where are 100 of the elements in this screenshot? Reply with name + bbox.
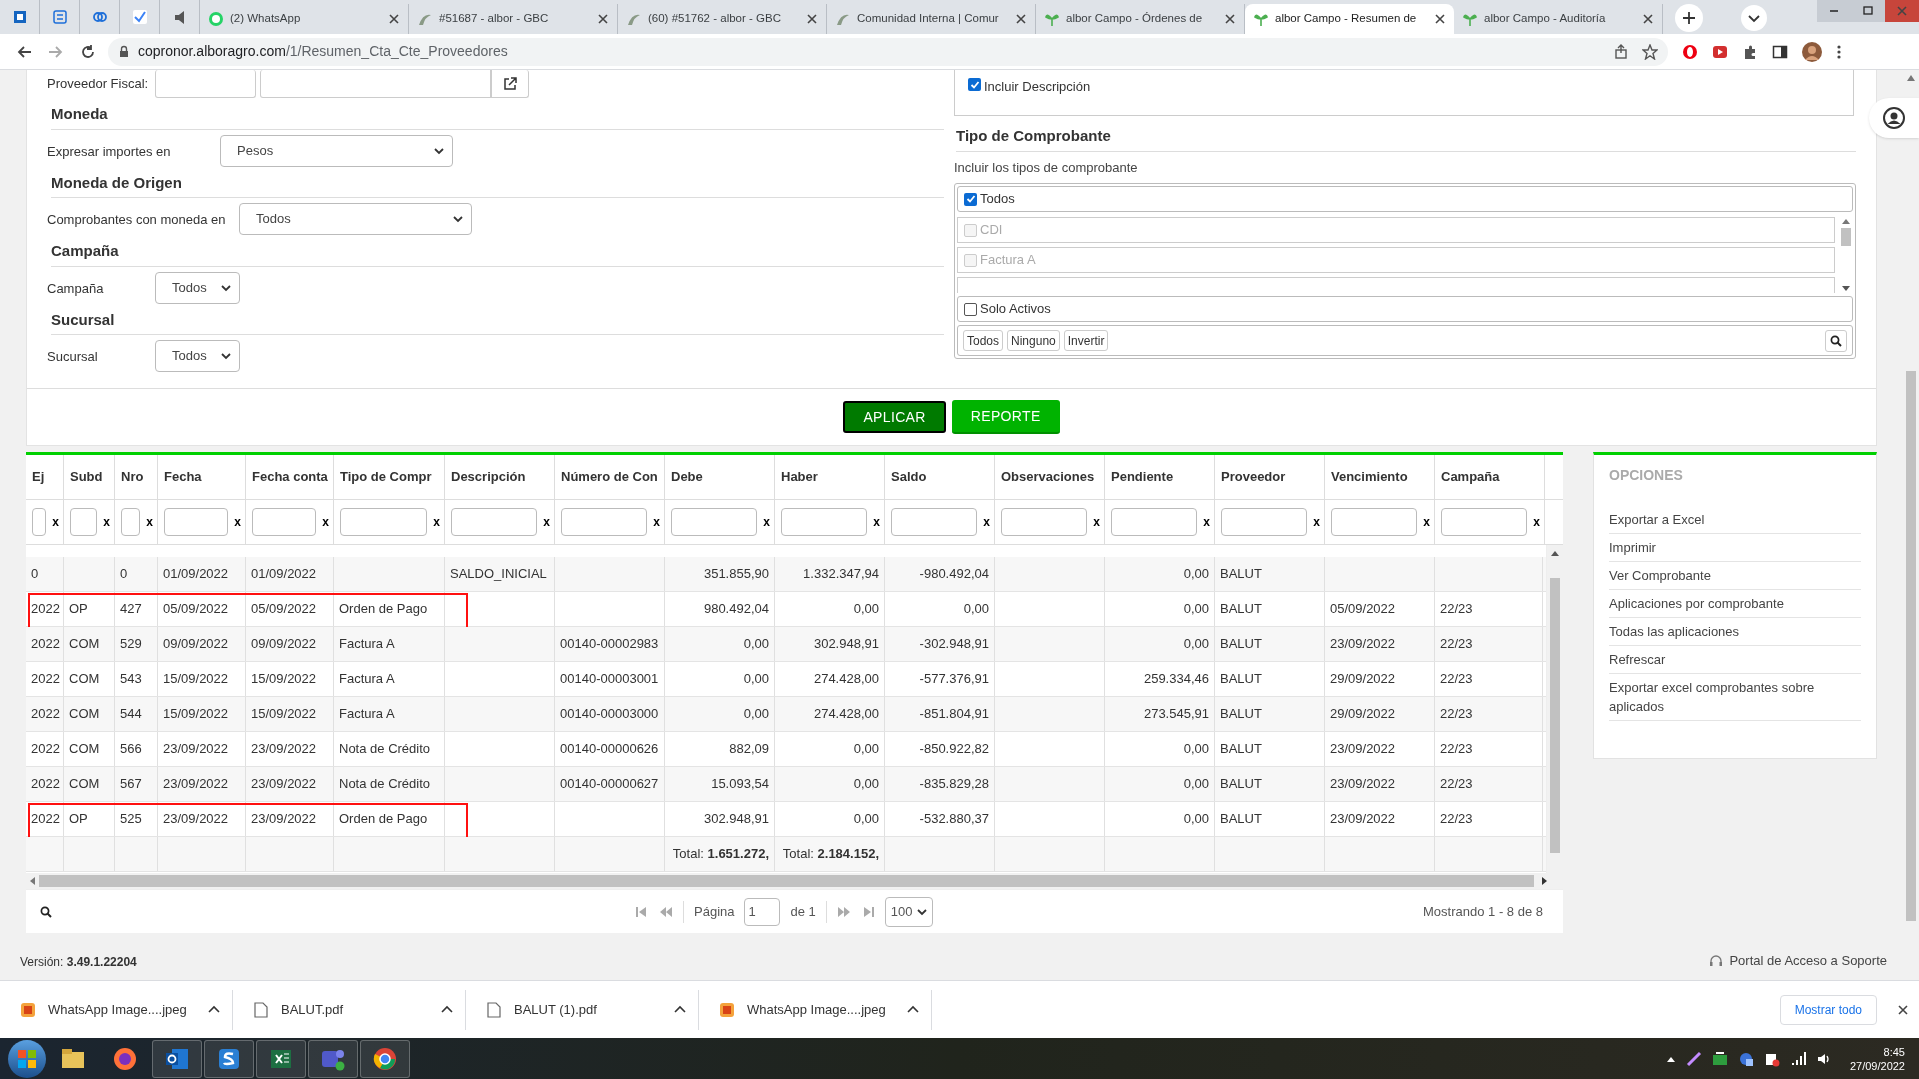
table-cell-text: 259.334,46 [1143,670,1209,689]
table-cell-text: 0 [31,565,39,584]
clear-filter-button[interactable]: x [52,513,59,531]
select-field[interactable]: Todos [155,340,240,372]
option-link[interactable]: Aplicaciones por comprobante [1609,590,1861,618]
table-cell-text: 566 [120,740,142,759]
table-cell-text: 2022 [31,705,60,724]
column-header[interactable]: Debe [665,455,775,499]
table-cell-text: BALUT [1220,740,1262,759]
column-header[interactable]: Tipo de Compr [334,455,445,499]
table-cell-text: 0,00 [1183,810,1209,829]
clear-filter-button[interactable]: x [1533,513,1540,531]
browser-tab[interactable]: albor Campo - Resumen de [1245,4,1454,34]
column-header[interactable]: Pendiente [1105,455,1215,499]
download-item[interactable]: WhatsApp Image....jpeg [0,989,233,1030]
table-cell-text: 00140-00002983 [560,635,659,654]
column-header[interactable]: Saldo [885,455,995,499]
table-cell-text: 0,00 [853,740,879,759]
table-cell-text: 0 [120,565,128,584]
column-header[interactable]: Fecha [158,455,246,499]
table-cell-text: Nota de Crédito [339,775,431,794]
table-cell-text: COM [69,670,100,689]
clear-filter-button[interactable]: x [322,513,329,531]
option-link[interactable]: Exportar excel comprobantes sobre aplicados [1609,674,1861,721]
table-cell-text: 529 [120,635,142,654]
clear-filter-button[interactable]: x [1093,513,1100,531]
clear-filter-button[interactable]: x [543,513,550,531]
action-button[interactable]: APLICAR [843,401,946,433]
show-all-button[interactable]: Mostrar todo [1779,994,1877,1025]
option-link[interactable]: Refrescar [1609,646,1861,674]
select-field[interactable]: Todos [239,203,472,235]
table-cell-text: 22/23 [1440,705,1473,724]
column-header[interactable]: Vencimiento [1325,455,1435,499]
record-count: Mostrando 1 - 8 de 8 [1423,902,1543,921]
table-cell-text: -850.922,82 [919,740,989,759]
column-header[interactable]: Número de Con [555,455,665,499]
clear-filter-button[interactable]: x [103,513,110,531]
clear-filter-button[interactable]: x [873,513,880,531]
page-size-select[interactable]: 100 [884,896,933,927]
table-cell-text: BALUT [1220,635,1262,654]
column-header[interactable]: Nro [115,455,158,499]
field-label: Campaña [47,280,104,296]
address-bar[interactable]: copronor.alboragro.com/1/Resumen_Cta_Cte_Proveedores [108,37,1668,66]
column-header[interactable]: Campaña [1435,455,1545,499]
clear-filter-button[interactable]: x [653,513,660,531]
clear-filter-button[interactable]: x [234,513,241,531]
column-header[interactable]: Haber [775,455,885,499]
download-item[interactable]: BALUT (1).pdf [466,989,699,1030]
list-button[interactable]: Ninguno [1007,330,1060,351]
clear-filter-button[interactable]: x [983,513,990,531]
url-host: copronor.alboragro.com [138,43,286,59]
list-button[interactable]: Invertir [1063,330,1109,351]
hint-text: Incluir los tipos de comprobante [954,158,1139,177]
table-cell-text: BALUT [1220,810,1262,829]
option-link[interactable]: Imprimir [1609,534,1861,562]
table-cell-text: 23/09/2022 [251,775,317,794]
select-field[interactable]: Pesos [220,134,453,167]
clear-filter-button[interactable]: x [1313,513,1320,531]
download-item[interactable]: BALUT.pdf [233,989,466,1030]
clear-filter-button[interactable]: x [146,513,153,531]
table-cell-text: 23/09/2022 [251,810,317,829]
support-link[interactable]: Portal de Acceso a Soporte [1709,951,1887,971]
table-cell-text: Factura A [339,705,395,724]
table-cell-text: 0,00 [1183,740,1209,759]
clear-filter-button[interactable]: x [1423,513,1430,531]
table-cell-text: -577.376,91 [919,670,989,689]
column-header[interactable]: Fecha conta [246,455,334,499]
table-cell-text: Total: 1.651.272, [672,845,769,864]
table-cell-text: 351.855,90 [703,565,769,584]
table-cell-text: 0,00 [853,775,879,794]
table-cell-text: 543 [120,670,142,689]
table-cell-text: 274.428,00 [813,670,879,689]
table-cell-text: BALUT [1220,565,1262,584]
table-cell-text: Factura A [339,670,395,689]
table-cell-text: 00140-00003001 [560,670,659,689]
table-cell-text: 09/09/2022 [163,635,229,654]
table-cell-text: 23/09/2022 [1330,635,1396,654]
table-cell-text: 882,09 [729,740,769,759]
table-cell-text: 2022 [31,600,60,619]
column-header[interactable]: Descripción [445,455,555,499]
table-cell-text: 23/09/2022 [163,810,229,829]
clock[interactable]: 8:45 27/09/2022 [1849,1044,1905,1073]
table-cell-text: 15/09/2022 [163,670,229,689]
option-link[interactable]: Ver Comprobante [1609,562,1861,590]
download-item[interactable]: WhatsApp Image....jpeg [699,989,932,1030]
table-cell-text: 15/09/2022 [163,705,229,724]
table-cell-text: 23/09/2022 [251,740,317,759]
column-header[interactable]: Proveedor [1215,455,1325,499]
column-header[interactable]: Ej [26,455,64,499]
select-field[interactable]: Todos [155,271,240,304]
list-button[interactable]: Todos [963,330,1004,351]
page-input[interactable]: 1 [744,897,781,926]
column-header[interactable]: Observaciones [995,455,1105,499]
clear-filter-button[interactable]: x [433,513,440,531]
column-header[interactable]: Subd [64,455,115,499]
clear-filter-button[interactable]: x [763,513,770,531]
option-link[interactable]: Exportar a Excel [1609,506,1861,534]
table-cell-text: 0,00 [743,635,769,654]
option-link[interactable]: Todas las aplicaciones [1609,618,1861,646]
clear-filter-button[interactable]: x [1203,513,1210,531]
